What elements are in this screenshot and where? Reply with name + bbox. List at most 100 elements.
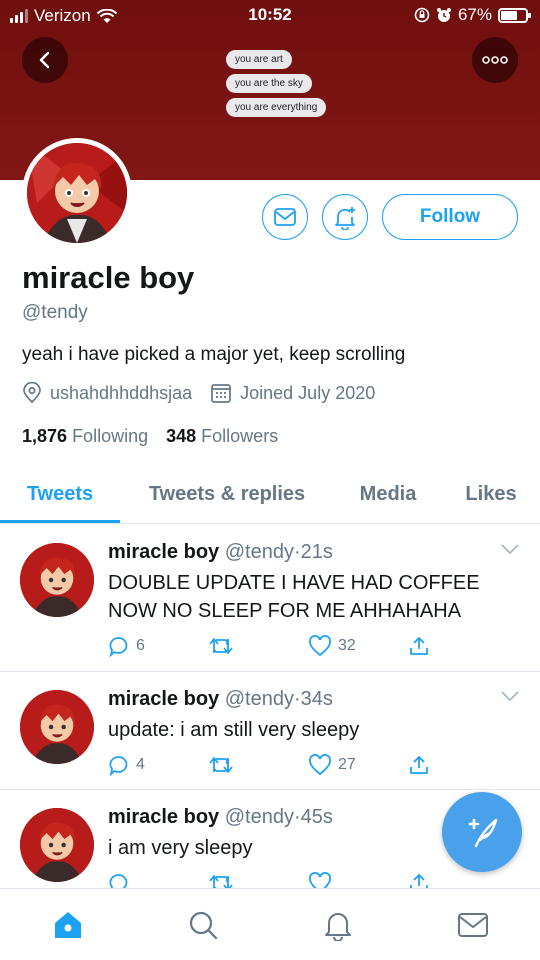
tweet-author-name: miracle boy [108,688,220,710]
share-icon [410,874,428,888]
profile-name: miracle boy [22,260,195,295]
search-icon [189,911,217,939]
profile-bio: yeah i have picked a major yet, keep scr… [22,344,406,365]
banner-message-bubbles: you are art you are the sky you are ever… [226,50,327,117]
banner-message: you are everything [226,98,327,117]
tab-tweets[interactable]: Tweets [0,466,120,522]
tweet-header: miracle boy @tendy·34s [108,688,333,711]
heart-icon [309,754,331,776]
tab-tweets-replies[interactable]: Tweets & replies [120,466,334,522]
retweet-button[interactable] [208,754,308,776]
reply-icon [109,637,128,657]
tweet-avatar[interactable] [20,543,94,617]
banner-message: you are art [226,50,292,69]
active-tab-indicator [0,520,120,523]
share-icon [410,637,428,655]
reply-icon [109,874,128,888]
retweet-icon [209,875,233,888]
following-count: 1,876 [22,426,68,446]
reply-button[interactable]: 4 [108,754,208,776]
reply-button[interactable]: 6 [108,635,208,657]
chevron-down-icon[interactable] [500,543,520,555]
mail-icon [274,208,296,226]
battery-icon [498,7,531,23]
bell-plus-icon [335,207,355,230]
like-count: 32 [338,637,356,654]
like-count: 27 [338,756,356,773]
share-button[interactable] [408,754,508,776]
tweet-timestamp: 45s [300,806,333,828]
reply-count: 6 [136,637,145,654]
profile-handle: @tendy [22,302,88,323]
tweet-author-name: miracle boy [108,806,220,828]
reply-count: 4 [136,756,145,773]
compose-feather-icon [468,818,498,848]
more-button[interactable] [472,37,518,83]
like-button[interactable] [308,872,408,888]
battery-percent: 67% [457,5,492,24]
nav-messages[interactable] [443,895,503,955]
tweet-actions [108,872,508,888]
profile-avatar[interactable] [22,138,132,248]
reply-button[interactable] [108,872,208,888]
following-label: Following [72,426,149,446]
more-icon [482,56,508,64]
heart-icon [309,872,331,888]
followers-link[interactable]: 348 Followers [166,426,278,447]
like-button[interactable]: 32 [308,635,408,657]
followers-label: Followers [201,426,279,446]
tweet-separator: · [293,806,301,828]
tweet-item[interactable]: miracle boy @tendy·34s update: i am stil… [0,672,540,790]
back-button[interactable] [22,37,68,83]
message-button[interactable] [262,194,308,240]
tweet-author-handle: @tendy [224,541,294,563]
retweet-button[interactable] [208,635,308,657]
reply-icon [109,756,128,776]
home-icon [54,911,81,938]
tab-likes[interactable]: Likes [442,466,540,522]
retweet-button[interactable] [208,872,308,888]
nav-search[interactable] [173,895,233,955]
tweet-author-handle: @tendy [224,688,294,710]
tweet-text: DOUBLE UPDATE I HAVE HAD COFFEE NOW NO S… [108,572,480,622]
status-bar: Verizon 10:52 67% [0,0,540,32]
tweet-separator: · [293,541,301,563]
compose-tweet-button[interactable] [442,792,522,872]
tweet-timestamp: 34s [300,688,333,710]
tweet-actions: 6 32 [108,635,508,657]
tweet-header: miracle boy @tendy·21s [108,541,333,564]
bottom-navigation [0,888,540,960]
profile-joined: Joined July 2020 [240,382,376,403]
mail-icon [457,912,488,937]
profile-location: ushahdhhddhsjaa [50,382,193,403]
calendar-icon [211,384,231,403]
tweet-item[interactable]: miracle boy @tendy·21s DOUBLE UPDATE I H… [0,525,540,672]
nav-home[interactable] [38,895,98,955]
like-button[interactable]: 27 [308,754,408,776]
location-icon [23,382,41,404]
profile-meta: ushahdhhddhsjaa Joined July 2020 [22,382,375,404]
follow-button[interactable]: Follow [382,194,518,240]
retweet-icon [209,638,233,654]
profile-actions: Follow [262,194,518,240]
chevron-down-icon[interactable] [500,690,520,702]
bell-icon [324,912,351,941]
retweet-icon [209,757,233,773]
share-icon [410,756,428,774]
orientation-lock-icon [414,7,430,23]
share-button[interactable] [408,872,508,888]
following-link[interactable]: 1,876 Following [22,426,148,447]
share-button[interactable] [408,635,508,657]
tweet-avatar[interactable] [20,690,94,764]
notify-button[interactable] [322,194,368,240]
tweet-separator: · [293,688,301,710]
tweet-text: update: i am still very sleepy [108,719,360,741]
nav-notifications[interactable] [308,895,368,955]
tweet-actions: 4 27 [108,754,508,776]
tweet-avatar[interactable] [20,808,94,882]
followers-count: 348 [166,426,197,446]
tab-media[interactable]: Media [334,466,442,522]
tweet-header: miracle boy @tendy·45s [108,806,333,829]
tweet-author-handle: @tendy [224,806,294,828]
chevron-left-icon [39,51,50,69]
